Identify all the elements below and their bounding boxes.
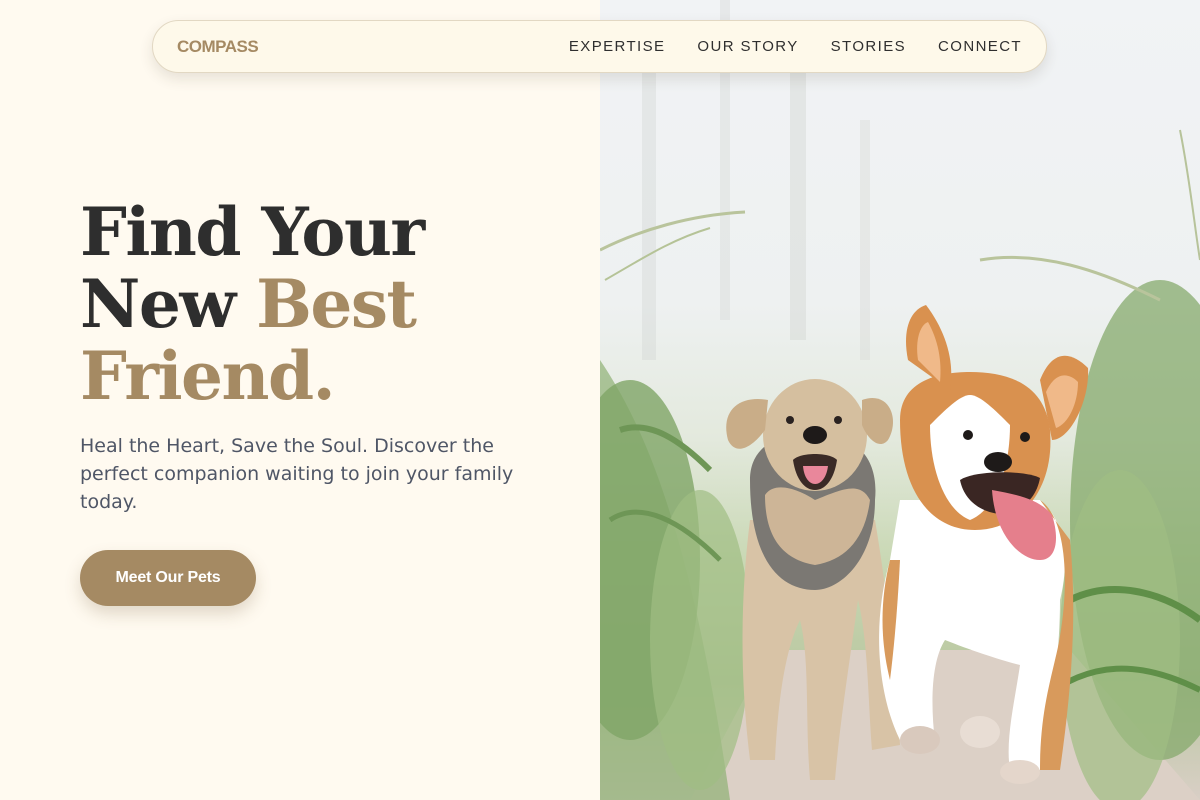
- nav-links: EXPERTISE OUR STORY STORIES CONNECT: [569, 38, 1022, 55]
- headline-line-2-accent: Best: [256, 265, 417, 343]
- headline-line-3-accent: Friend.: [80, 337, 336, 415]
- headline-line-2-plain: New: [80, 265, 257, 343]
- nav-link-stories[interactable]: STORIES: [831, 38, 906, 55]
- hero-headline: Find Your New Best Friend.: [80, 196, 560, 412]
- dogs-running-illustration: [600, 0, 1200, 800]
- compass-logo[interactable]: COMPASS: [177, 37, 259, 57]
- hero-photo: [600, 0, 1200, 800]
- terrier-dog: [726, 379, 900, 780]
- top-navigation: COMPASS EXPERTISE OUR STORY STORIES CONN…: [152, 20, 1047, 73]
- hero-section: Find Your New Best Friend. Heal the Hear…: [80, 196, 560, 516]
- nav-link-connect[interactable]: CONNECT: [938, 38, 1022, 55]
- nav-link-expertise[interactable]: EXPERTISE: [569, 38, 666, 55]
- meet-our-pets-button[interactable]: Meet Our Pets: [80, 550, 256, 606]
- hero-tagline: Heal the Heart, Save the Soul. Discover …: [80, 435, 514, 513]
- headline-line-1: Find Your: [80, 193, 425, 271]
- nav-link-our-story[interactable]: OUR STORY: [697, 38, 798, 55]
